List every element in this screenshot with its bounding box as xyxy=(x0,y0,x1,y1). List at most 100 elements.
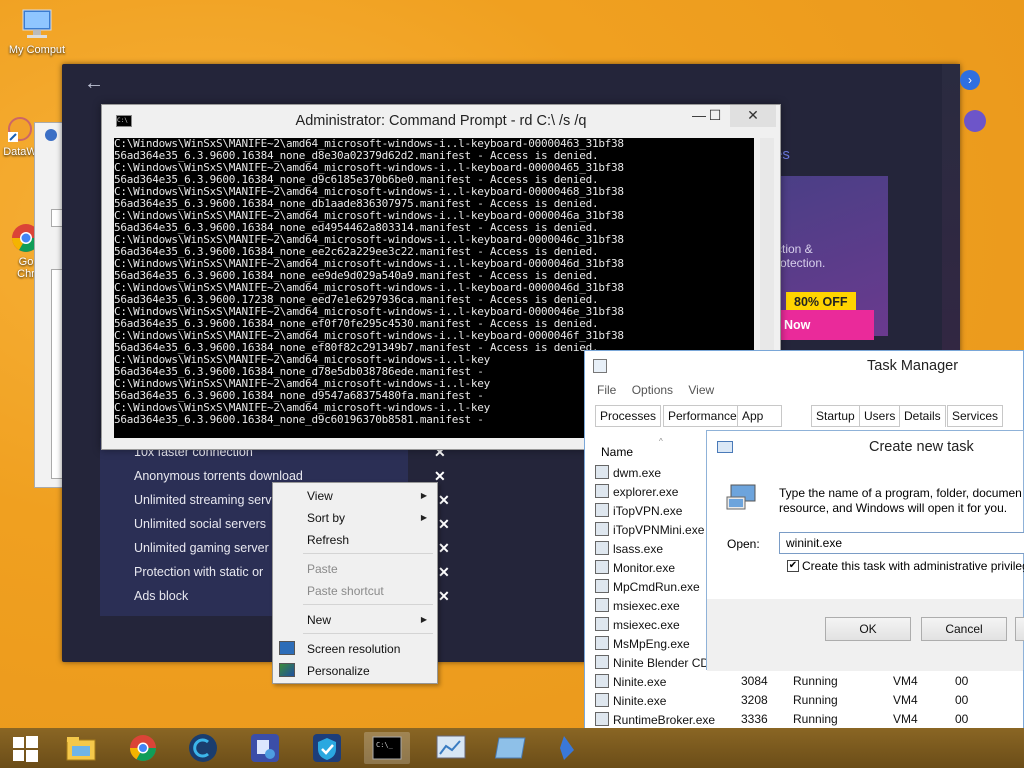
process-pid: 3336 xyxy=(741,712,768,726)
process-cpu: 00 xyxy=(955,674,969,688)
browse-button[interactable] xyxy=(1015,617,1024,641)
admin-checkbox[interactable]: ✔ xyxy=(787,560,799,572)
tab-startup[interactable]: Startup xyxy=(811,405,860,427)
process-status: Running xyxy=(793,693,838,707)
monitor-icon[interactable] xyxy=(428,732,474,764)
tab-app-history[interactable]: App history xyxy=(737,405,783,443)
tab-details[interactable]: Details xyxy=(899,405,946,427)
table-row[interactable]: Ninite.exe 3084 Running VM4 00 xyxy=(585,674,1024,693)
process-name: msiexec.exe xyxy=(595,598,680,613)
process-user: VM4 xyxy=(893,693,918,707)
window-title: Task Manager xyxy=(585,351,1023,381)
computer-icon xyxy=(17,8,57,42)
promo-text: ction & xyxy=(776,242,813,256)
process-icon xyxy=(595,598,609,612)
process-icon xyxy=(595,579,609,593)
feature-item: Unlimited social servers xyxy=(134,517,266,531)
menu-item-sort-by[interactable]: Sort by xyxy=(307,511,345,525)
open-input[interactable]: wininit.exe xyxy=(779,532,1024,554)
chevron-right-icon: ▶ xyxy=(420,513,427,522)
itopvpn-icon[interactable] xyxy=(304,732,350,764)
remote-icon[interactable] xyxy=(242,732,288,764)
desktop-icon-label: DataW xyxy=(3,146,37,158)
process-name: RuntimeBroker.exe xyxy=(595,712,715,727)
cancel-button[interactable]: Cancel xyxy=(921,617,1007,641)
process-cpu: 00 xyxy=(955,712,969,726)
start-icon[interactable] xyxy=(2,732,48,764)
column-header-name[interactable]: Name xyxy=(601,445,633,459)
menu-file[interactable]: File xyxy=(597,383,616,397)
desktop-context-menu[interactable]: View ▶ Sort by ▶ Refresh Paste Paste sho… xyxy=(272,482,438,684)
process-icon xyxy=(595,712,609,726)
back-arrow-icon[interactable]: ← xyxy=(84,72,104,95)
chevron-right-icon: ▶ xyxy=(420,491,427,500)
cmd-icon[interactable]: C:\_ xyxy=(364,732,410,764)
table-row[interactable]: Ninite.exe 3208 Running VM4 00 xyxy=(585,693,1024,712)
ccleaner-icon[interactable] xyxy=(180,732,226,764)
feature-item: Unlimited streaming serv xyxy=(134,493,272,507)
menu-item-screen-resolution[interactable]: Screen resolution xyxy=(307,642,400,656)
process-icon xyxy=(595,560,609,574)
cmd-icon: C:\ xyxy=(116,115,132,127)
process-icon xyxy=(595,655,609,669)
feature-item: Anonymous torrents download xyxy=(134,469,303,483)
run-program-icon xyxy=(725,483,759,513)
screen-resolution-icon xyxy=(279,641,295,655)
promo-panel[interactable]: ction & rotection. 80% OFF Now xyxy=(770,176,888,340)
menu-bar: File Options View xyxy=(597,383,714,397)
create-new-task-dialog[interactable]: Create new task Type the name of a progr… xyxy=(706,430,1024,671)
process-name: dwm.exe xyxy=(595,465,661,480)
cross-icon: ✕ xyxy=(438,516,450,532)
tab-users[interactable]: Users xyxy=(859,405,901,427)
feature-item: Ads block xyxy=(134,589,189,603)
chrome-icon[interactable] xyxy=(120,732,166,764)
dialog-description-line2: resource, and Windows will open it for y… xyxy=(779,501,1008,515)
process-icon xyxy=(595,465,609,479)
process-name: iTopVPN.exe xyxy=(595,503,682,518)
process-name: MsMpEng.exe xyxy=(595,636,690,651)
window-icon[interactable] xyxy=(490,732,536,764)
process-icon xyxy=(595,674,609,688)
menu-item-new[interactable]: New xyxy=(307,613,331,627)
process-user: VM4 xyxy=(893,674,918,688)
menu-item-view[interactable]: View xyxy=(307,489,333,503)
partial-icon[interactable] xyxy=(552,732,582,764)
menu-separator xyxy=(303,633,433,634)
menu-item-paste-shortcut[interactable]: Paste shortcut xyxy=(307,584,384,598)
dialog-title: Create new task xyxy=(869,439,974,455)
menu-options[interactable]: Options xyxy=(632,383,673,397)
tab-processes[interactable]: Processes xyxy=(595,405,662,427)
blue-arrow-icon[interactable]: › xyxy=(960,70,980,90)
desktop-icon-label: My Comput xyxy=(8,44,66,56)
promo-button[interactable]: Now xyxy=(778,310,874,340)
process-icon xyxy=(595,522,609,536)
close-button[interactable]: ✕ xyxy=(730,105,776,127)
dialog-body: Type the name of a program, folder, docu… xyxy=(707,465,1024,599)
maximize-button[interactable]: ☐ xyxy=(698,105,732,127)
window-icon xyxy=(45,129,57,141)
process-pid: 3208 xyxy=(741,693,768,707)
process-user: VM4 xyxy=(893,712,918,726)
promo-text: rotection. xyxy=(776,256,826,270)
dialog-icon xyxy=(717,441,733,453)
tab-performance[interactable]: Performance xyxy=(663,405,742,427)
menu-item-personalize[interactable]: Personalize xyxy=(307,664,370,678)
process-name: explorer.exe xyxy=(595,484,678,499)
admin-checkbox-label[interactable]: Create this task with administrative pri… xyxy=(802,559,1024,573)
promo-badge: 80% OFF xyxy=(786,292,856,312)
tab-services[interactable]: Services xyxy=(947,405,1004,427)
menu-item-refresh[interactable]: Refresh xyxy=(307,533,349,547)
ok-button[interactable]: OK xyxy=(825,617,911,641)
menu-item-paste[interactable]: Paste xyxy=(307,562,338,576)
menu-view[interactable]: View xyxy=(688,383,714,397)
process-icon xyxy=(595,541,609,555)
process-cpu: 00 xyxy=(955,693,969,707)
dialog-description: Type the name of a program, folder, docu… xyxy=(779,486,1022,500)
chevron-right-icon: ▶ xyxy=(420,615,427,624)
avatar-icon[interactable] xyxy=(964,110,986,132)
process-name: lsass.exe xyxy=(595,541,663,556)
personalize-icon xyxy=(279,663,295,677)
process-name: msiexec.exe xyxy=(595,617,680,632)
file-explorer-icon[interactable] xyxy=(58,732,104,764)
desktop-icon-my-computer[interactable]: My Comput xyxy=(2,8,72,56)
